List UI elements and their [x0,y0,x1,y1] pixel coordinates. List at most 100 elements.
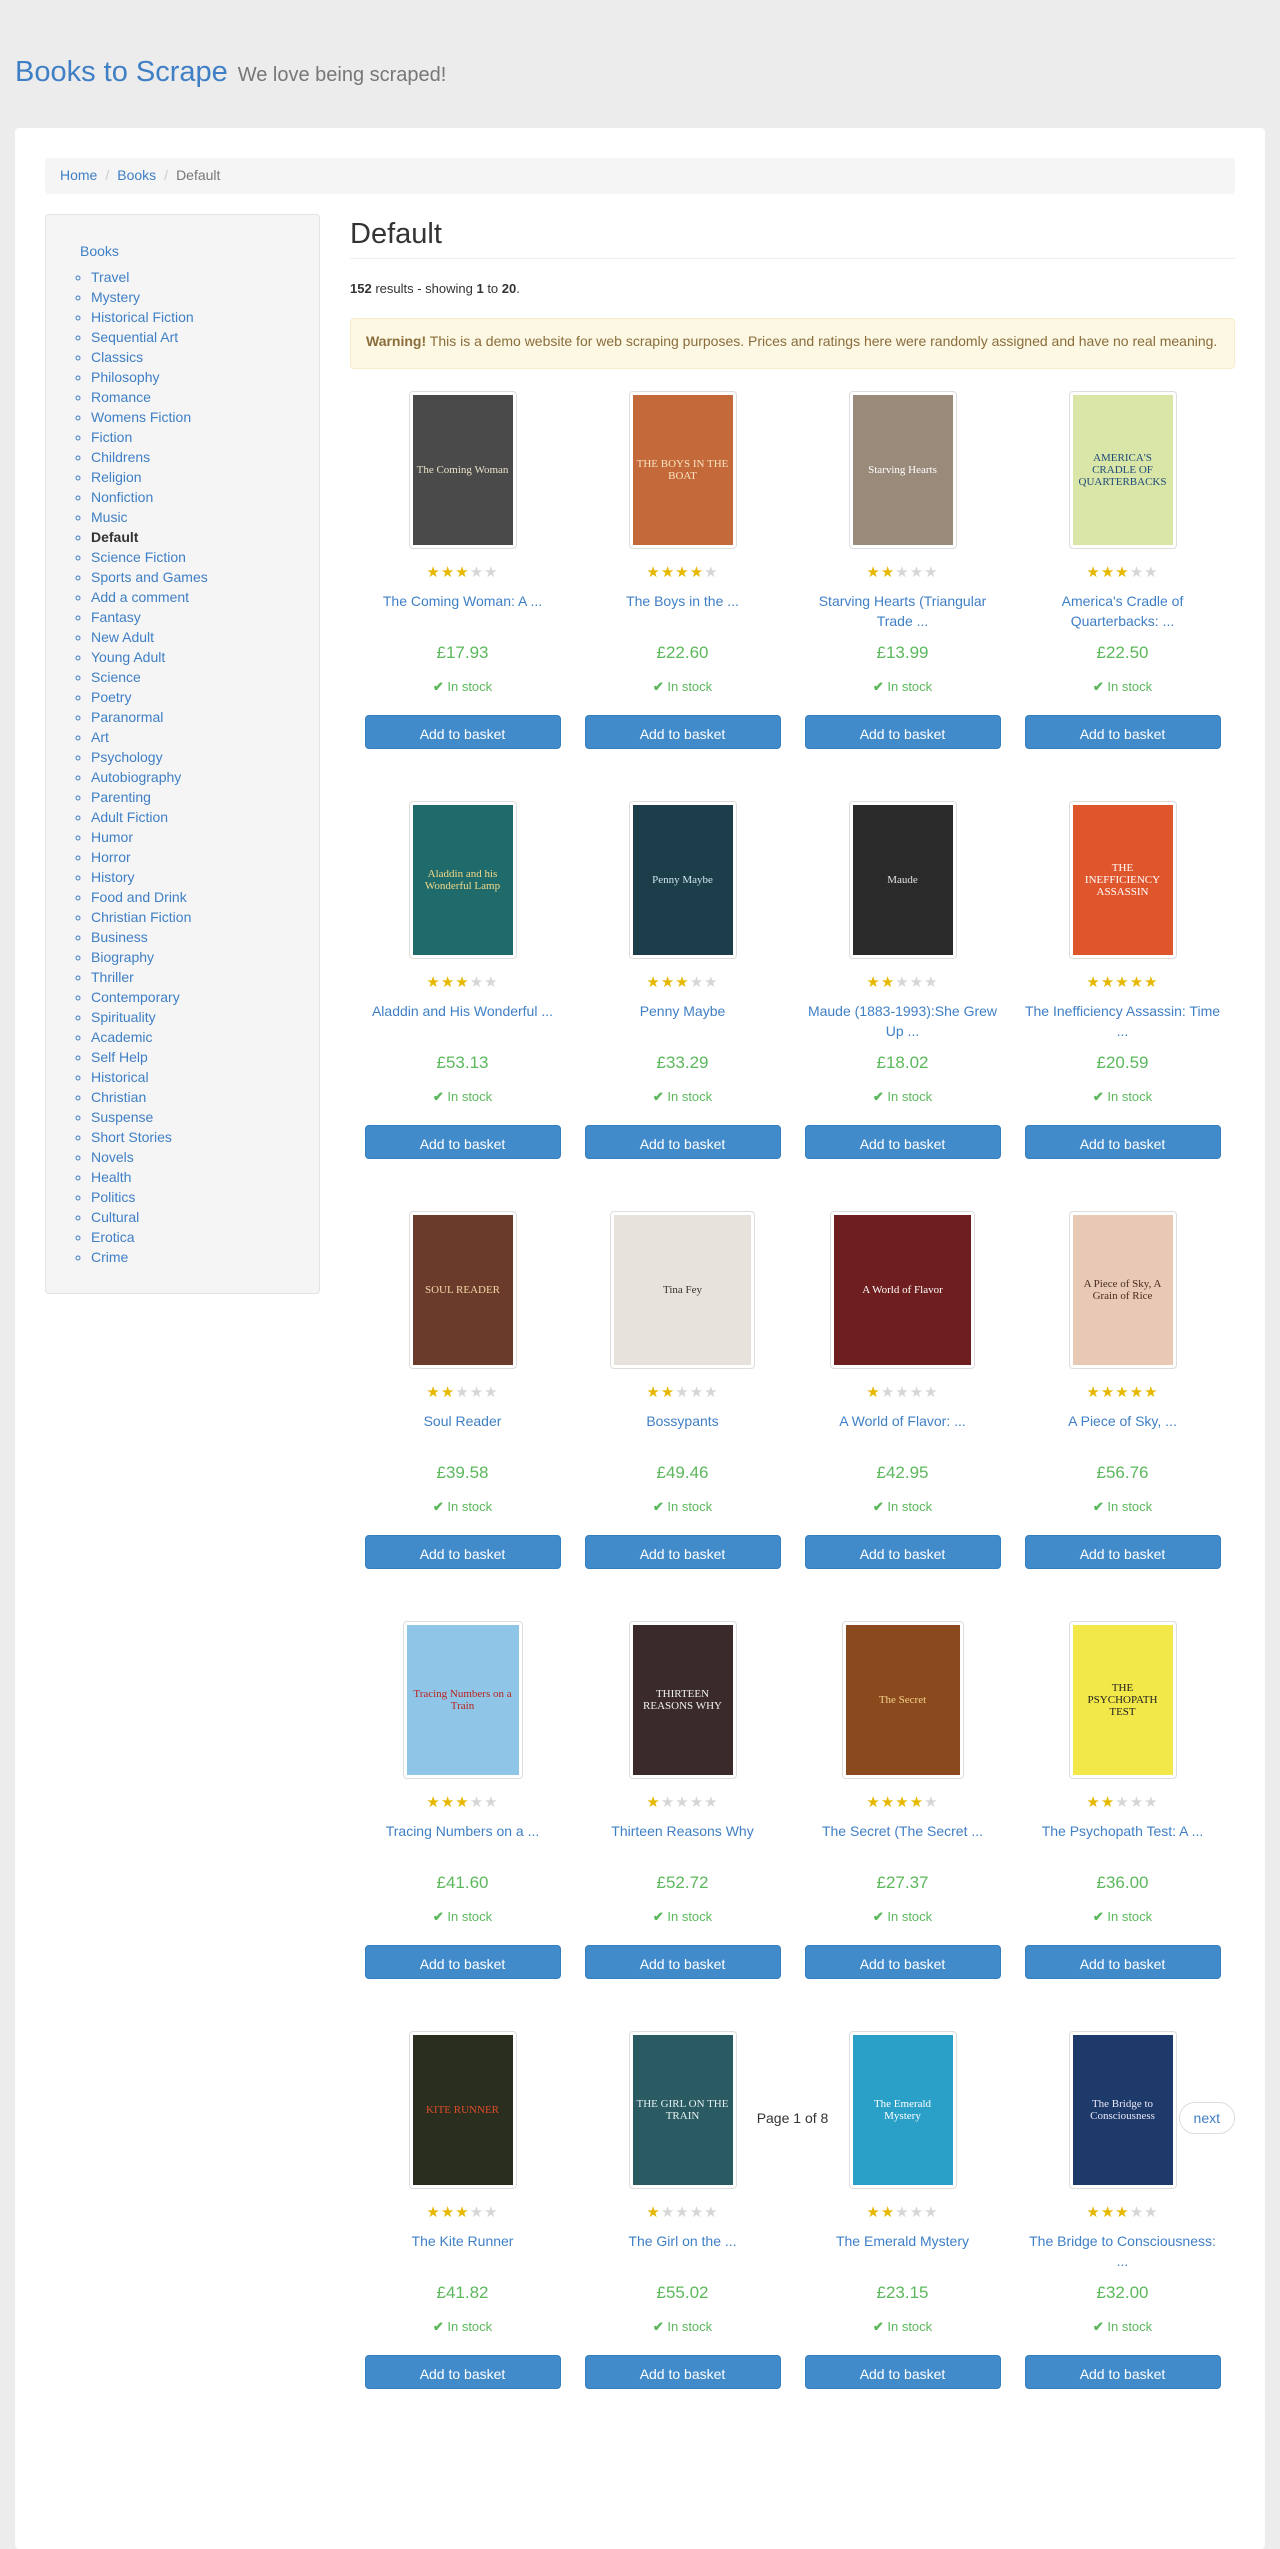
category-link[interactable]: Thriller [91,969,134,985]
category-link[interactable]: Nonfiction [91,489,153,505]
category-link[interactable]: Crime [91,1249,128,1265]
book-cover-thumbnail[interactable]: The Secret [841,1621,964,1779]
category-link[interactable]: Humor [91,829,133,845]
category-link[interactable]: Science [91,669,141,685]
category-link[interactable]: Music [91,509,128,525]
add-to-basket-button[interactable]: Add to basket [1024,2355,1221,2389]
add-to-basket-button[interactable]: Add to basket [804,2355,1001,2389]
category-link[interactable]: Business [91,929,148,945]
category-link[interactable]: Adult Fiction [91,809,168,825]
product-title-link[interactable]: A Piece of Sky, ... [1023,1411,1223,1451]
product-title-link[interactable]: Tracing Numbers on a ... [363,1821,563,1861]
category-link[interactable]: Art [91,729,109,745]
breadcrumb-home[interactable]: Home [60,167,97,183]
category-link[interactable]: Mystery [91,289,140,305]
add-to-basket-button[interactable]: Add to basket [804,1125,1001,1159]
add-to-basket-button[interactable]: Add to basket [364,1535,561,1569]
category-link[interactable]: History [91,869,135,885]
category-link[interactable]: New Adult [91,629,154,645]
book-cover-thumbnail[interactable]: Tina Fey [610,1211,755,1369]
breadcrumb-books[interactable]: Books [117,167,156,183]
add-to-basket-button[interactable]: Add to basket [804,715,1001,749]
book-cover-thumbnail[interactable]: AMERICA'S CRADLE OF QUARTERBACKS [1068,391,1177,549]
category-link[interactable]: Young Adult [91,649,165,665]
product-title-link[interactable]: Bossypants [583,1411,783,1451]
add-to-basket-button[interactable]: Add to basket [364,715,561,749]
product-title-link[interactable]: Thirteen Reasons Why [583,1821,783,1861]
book-cover-thumbnail[interactable]: The Coming Woman [408,391,517,549]
product-title-link[interactable]: America's Cradle of Quarterbacks: ... [1023,591,1223,631]
product-title-link[interactable]: The Boys in the ... [583,591,783,631]
category-link[interactable]: Erotica [91,1229,135,1245]
category-link[interactable]: Self Help [91,1049,148,1065]
add-to-basket-button[interactable]: Add to basket [584,1945,781,1979]
product-title-link[interactable]: The Coming Woman: A ... [363,591,563,631]
category-link[interactable]: Womens Fiction [91,409,191,425]
book-cover-thumbnail[interactable]: SOUL READER [408,1211,517,1369]
category-link[interactable]: Politics [91,1189,135,1205]
product-title-link[interactable]: A World of Flavor: ... [803,1411,1003,1451]
add-to-basket-button[interactable]: Add to basket [804,1945,1001,1979]
category-link[interactable]: Psychology [91,749,163,765]
product-title-link[interactable]: The Psychopath Test: A ... [1023,1821,1223,1861]
category-link[interactable]: Fiction [91,429,132,445]
category-link[interactable]: Christian [91,1089,146,1105]
add-to-basket-button[interactable]: Add to basket [364,2355,561,2389]
product-title-link[interactable]: Soul Reader [363,1411,563,1451]
category-link[interactable]: Short Stories [91,1129,172,1145]
product-title-link[interactable]: The Kite Runner [363,2231,563,2271]
category-link[interactable]: Classics [91,349,143,365]
category-link[interactable]: Fantasy [91,609,141,625]
product-title-link[interactable]: Penny Maybe [583,1001,783,1041]
category-link[interactable]: Novels [91,1149,134,1165]
category-link[interactable]: Food and Drink [91,889,187,905]
product-title-link[interactable]: The Inefficiency Assassin: Time ... [1023,1001,1223,1041]
category-link[interactable]: Biography [91,949,154,965]
add-to-basket-button[interactable]: Add to basket [1024,1125,1221,1159]
category-link[interactable]: Parenting [91,789,151,805]
product-title-link[interactable]: The Emerald Mystery [803,2231,1003,2271]
book-cover-thumbnail[interactable]: Penny Maybe [628,801,737,959]
add-to-basket-button[interactable]: Add to basket [804,1535,1001,1569]
product-title-link[interactable]: Starving Hearts (Triangular Trade ... [803,591,1003,631]
category-link[interactable]: Philosophy [91,369,160,385]
category-link[interactable]: Academic [91,1029,152,1045]
book-cover-thumbnail[interactable]: A Piece of Sky, A Grain of Rice [1068,1211,1177,1369]
category-link[interactable]: Travel [91,269,129,285]
product-title-link[interactable]: Aladdin and His Wonderful ... [363,1001,563,1041]
category-link[interactable]: Spirituality [91,1009,156,1025]
category-link[interactable]: Sequential Art [91,329,178,345]
brand-link[interactable]: Books to Scrape [15,56,228,88]
add-to-basket-button[interactable]: Add to basket [1024,1945,1221,1979]
add-to-basket-button[interactable]: Add to basket [584,1535,781,1569]
category-link[interactable]: Historical Fiction [91,309,194,325]
category-link[interactable]: Cultural [91,1209,139,1225]
add-to-basket-button[interactable]: Add to basket [364,1125,561,1159]
category-link[interactable]: Christian Fiction [91,909,191,925]
category-link[interactable]: Romance [91,389,151,405]
category-link[interactable]: Add a comment [91,589,189,605]
category-link[interactable]: Poetry [91,689,131,705]
add-to-basket-button[interactable]: Add to basket [584,2355,781,2389]
book-cover-thumbnail[interactable]: Starving Hearts [848,391,957,549]
book-cover-thumbnail[interactable]: Tracing Numbers on a Train [402,1621,523,1779]
category-link[interactable]: Paranormal [91,709,163,725]
category-link[interactable]: Religion [91,469,142,485]
category-link[interactable]: Science Fiction [91,549,186,565]
book-cover-thumbnail[interactable]: THE BOYS IN THE BOAT [628,391,737,549]
category-link[interactable]: Historical [91,1069,149,1085]
category-link[interactable]: Childrens [91,449,150,465]
add-to-basket-button[interactable]: Add to basket [584,715,781,749]
book-cover-thumbnail[interactable]: Maude [848,801,957,959]
add-to-basket-button[interactable]: Add to basket [364,1945,561,1979]
category-link[interactable]: Contemporary [91,989,180,1005]
pager-next-button[interactable]: next [1178,2102,1235,2134]
add-to-basket-button[interactable]: Add to basket [584,1125,781,1159]
product-title-link[interactable]: The Secret (The Secret ... [803,1821,1003,1861]
product-title-link[interactable]: The Bridge to Consciousness: ... [1023,2231,1223,2271]
book-cover-thumbnail[interactable]: A World of Flavor [830,1211,975,1369]
category-link[interactable]: Sports and Games [91,569,208,585]
book-cover-thumbnail[interactable]: THE PSYCHOPATH TEST [1068,1621,1177,1779]
book-cover-thumbnail[interactable]: THE INEFFICIENCY ASSASSIN [1068,801,1177,959]
category-link[interactable]: Horror [91,849,131,865]
